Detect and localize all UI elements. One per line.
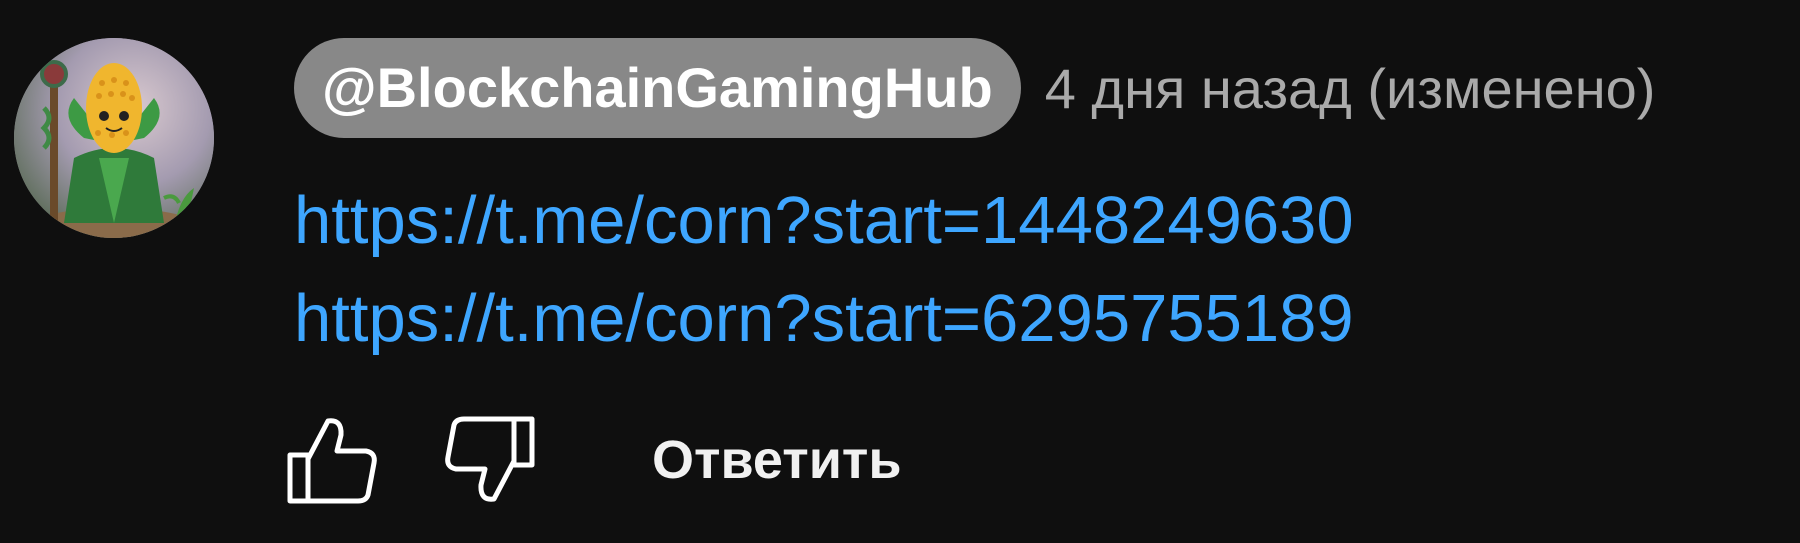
author-avatar[interactable] (14, 38, 214, 238)
thumbs-up-icon (287, 418, 377, 504)
author-name-chip[interactable]: @BlockchainGamingHub (294, 38, 1021, 138)
comment-thread: @BlockchainGamingHub 4 дня назад (измене… (0, 0, 1800, 543)
dislike-button[interactable] (444, 415, 536, 505)
corn-wizard-avatar-image (14, 38, 214, 238)
comment-link-1[interactable]: https://t.me/corn?start=1448249630 (294, 172, 1354, 270)
comment-actions: Ответить (286, 415, 902, 505)
comment-header: @BlockchainGamingHub 4 дня назад (измене… (294, 38, 1655, 138)
comment-body: https://t.me/corn?start=1448249630 https… (294, 172, 1354, 368)
like-button[interactable] (286, 415, 378, 505)
comment-link-2[interactable]: https://t.me/corn?start=6295755189 (294, 270, 1354, 368)
thumbs-down-icon (445, 416, 535, 502)
comment-timestamp[interactable]: 4 дня назад (изменено) (1045, 56, 1656, 121)
reply-button[interactable]: Ответить (652, 429, 902, 491)
